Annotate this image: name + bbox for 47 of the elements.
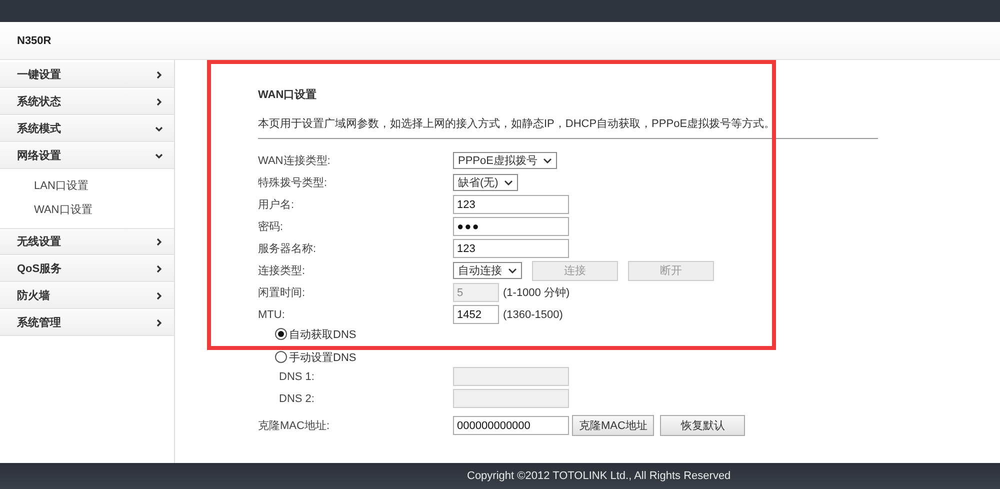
sidebar-item[interactable]: 系统状态	[0, 89, 174, 115]
sidebar-item[interactable]: 系统模式	[0, 116, 174, 142]
dropdown[interactable]: 缺省(无)	[453, 174, 518, 191]
sidebar-item[interactable]: 一键设置	[0, 62, 174, 88]
radio-option[interactable]: 手动设置DNS	[275, 350, 356, 364]
chevron-down-icon	[155, 152, 163, 160]
sidebar-subitem[interactable]: WAN口设置	[0, 198, 174, 222]
sidebar-item[interactable]: 系统管理	[0, 310, 174, 336]
chevron-right-icon	[155, 98, 163, 106]
chevron-down-icon	[155, 124, 163, 132]
field-label: DNS 2:	[278, 392, 316, 404]
sidebar-item[interactable]: 防火墙	[0, 283, 174, 309]
action-button[interactable]: 恢复默认	[660, 415, 746, 436]
field-label: 用户名:	[258, 198, 296, 212]
field-label: 服务器名称:	[258, 242, 318, 256]
field-label: 特殊拨号类型:	[258, 176, 328, 190]
action-button[interactable]: 克隆MAC地址	[572, 415, 654, 436]
sidebar-item[interactable]: 网络设置	[0, 143, 174, 169]
chevron-right-icon	[155, 70, 163, 78]
range-hint: (1-1000 分钟)	[503, 286, 570, 300]
range-hint: (1360-1500)	[503, 308, 563, 320]
model-name: N350R	[17, 34, 52, 46]
input-field[interactable]: 000000000000	[453, 416, 569, 435]
input-field[interactable]: 1452	[453, 305, 499, 324]
input-field[interactable]: 123	[453, 195, 569, 214]
field-label: WAN连接类型:	[258, 154, 332, 168]
copyright-text: Copyright ©2012 TOTOLINK Ltd., All Rights Reserved	[467, 470, 731, 482]
chevron-right-icon	[155, 318, 163, 326]
field-label: 克隆MAC地址:	[258, 419, 330, 433]
sidebar-item[interactable]: QoS服务	[0, 256, 174, 282]
field-label: MTU:	[258, 308, 286, 320]
field-label: 连接类型:	[258, 264, 306, 278]
dropdown[interactable]: 自动连接	[453, 262, 522, 279]
field-label: 密码:	[258, 220, 284, 234]
field-label: DNS 1:	[278, 370, 316, 382]
page-description: 本页用于设置广域网参数，如选择上网的接入方式，如静态IP，DHCP自动获取，PPPoE虚拟拨号等方式。	[258, 116, 776, 131]
sidebar-item[interactable]: 无线设置	[0, 229, 174, 255]
sidebar-subitem[interactable]: LAN口设置	[0, 174, 174, 198]
radio-option[interactable]: 自动获取DNS	[275, 327, 356, 341]
chevron-right-icon	[155, 292, 163, 300]
field-label: 闲置时间:	[258, 286, 306, 300]
page-title: WAN口设置	[258, 88, 318, 103]
input-field[interactable]: 123	[453, 239, 569, 258]
input-field[interactable]: ●●●	[453, 217, 569, 236]
chevron-right-icon	[155, 264, 163, 272]
dropdown[interactable]: PPPoE虚拟拨号	[453, 152, 558, 169]
chevron-right-icon	[155, 238, 163, 246]
